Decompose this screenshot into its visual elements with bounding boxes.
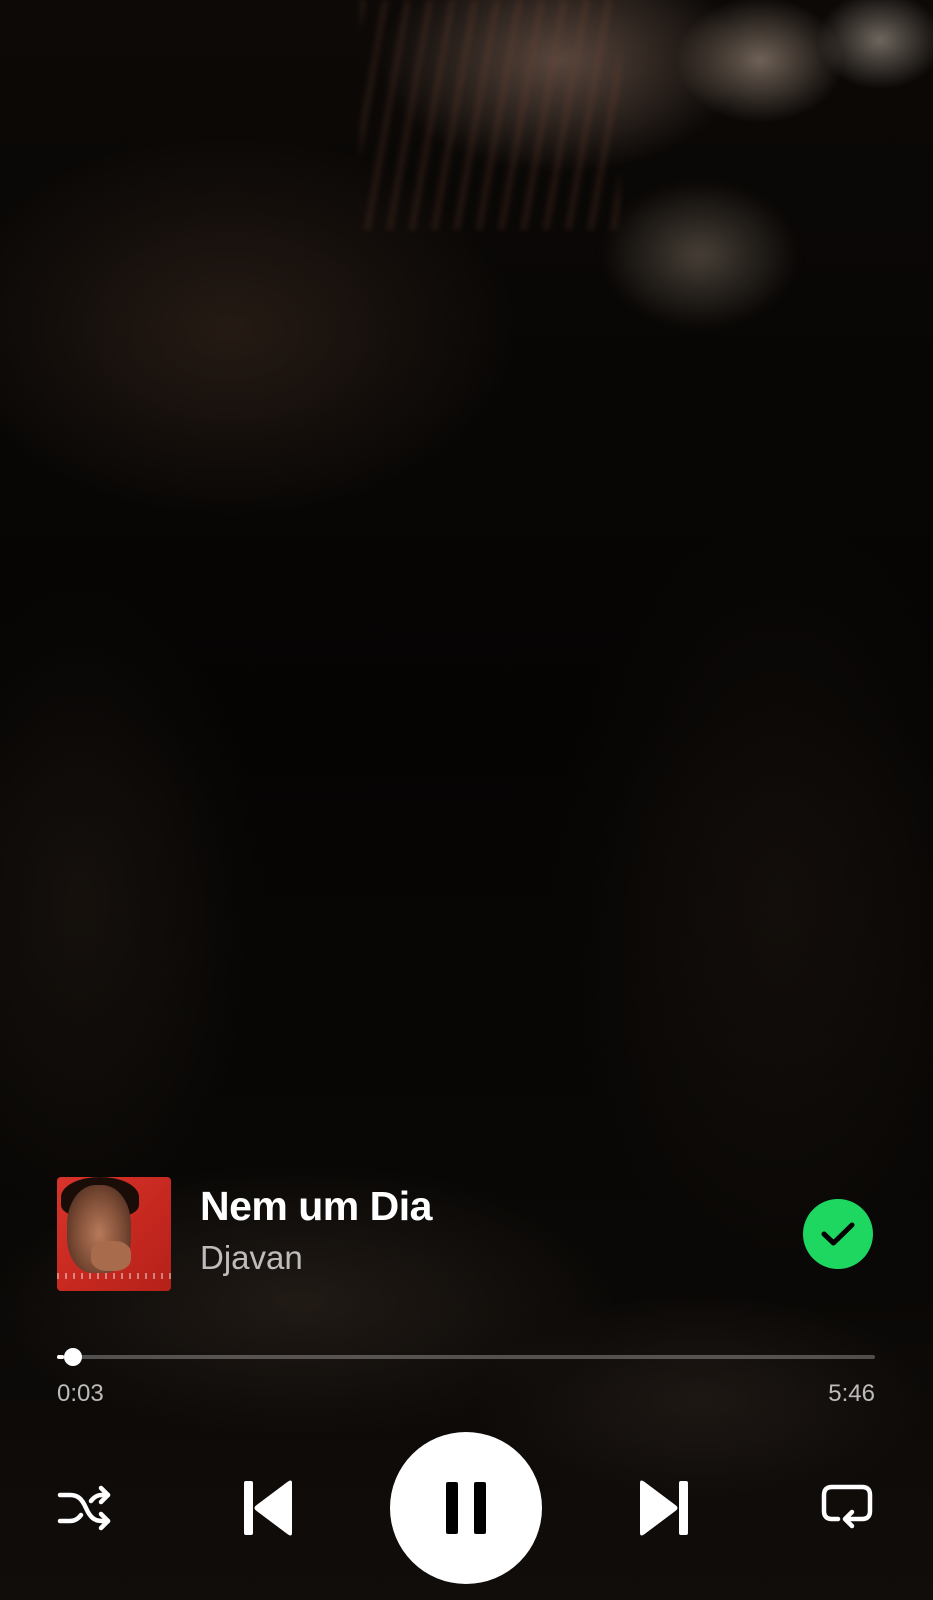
next-button[interactable]: [628, 1472, 700, 1544]
track-artist[interactable]: Djavan: [200, 1239, 303, 1277]
check-icon: [821, 1222, 855, 1246]
progress-knob[interactable]: [64, 1348, 82, 1366]
pause-button[interactable]: [390, 1432, 542, 1584]
liked-button[interactable]: [803, 1199, 873, 1269]
progress-fill: [57, 1355, 64, 1359]
repeat-icon: [821, 1484, 873, 1529]
cover-figure-hand: [91, 1241, 131, 1271]
elapsed-time: 0:03: [57, 1380, 104, 1407]
now-playing-screen: Nem um Dia Djavan 0:03 5:46: [0, 0, 933, 1600]
pause-icon: [446, 1482, 486, 1534]
canvas-detail: [360, 0, 620, 230]
playback-controls: [0, 1430, 933, 1586]
album-cover[interactable]: [57, 1177, 171, 1291]
canvas-highlight: [600, 180, 800, 330]
shuffle-button[interactable]: [52, 1475, 118, 1541]
shuffle-icon: [57, 1485, 111, 1531]
track-title[interactable]: Nem um Dia: [200, 1183, 432, 1230]
skip-forward-icon: [640, 1480, 688, 1536]
previous-button[interactable]: [232, 1472, 304, 1544]
progress-track: [57, 1355, 875, 1359]
skip-back-icon: [244, 1480, 292, 1536]
progress-bar[interactable]: [57, 1348, 875, 1366]
total-time: 5:46: [828, 1380, 875, 1407]
cover-title-strip: [57, 1273, 171, 1279]
repeat-button[interactable]: [814, 1475, 880, 1541]
track-info: Nem um Dia Djavan: [57, 1177, 877, 1291]
